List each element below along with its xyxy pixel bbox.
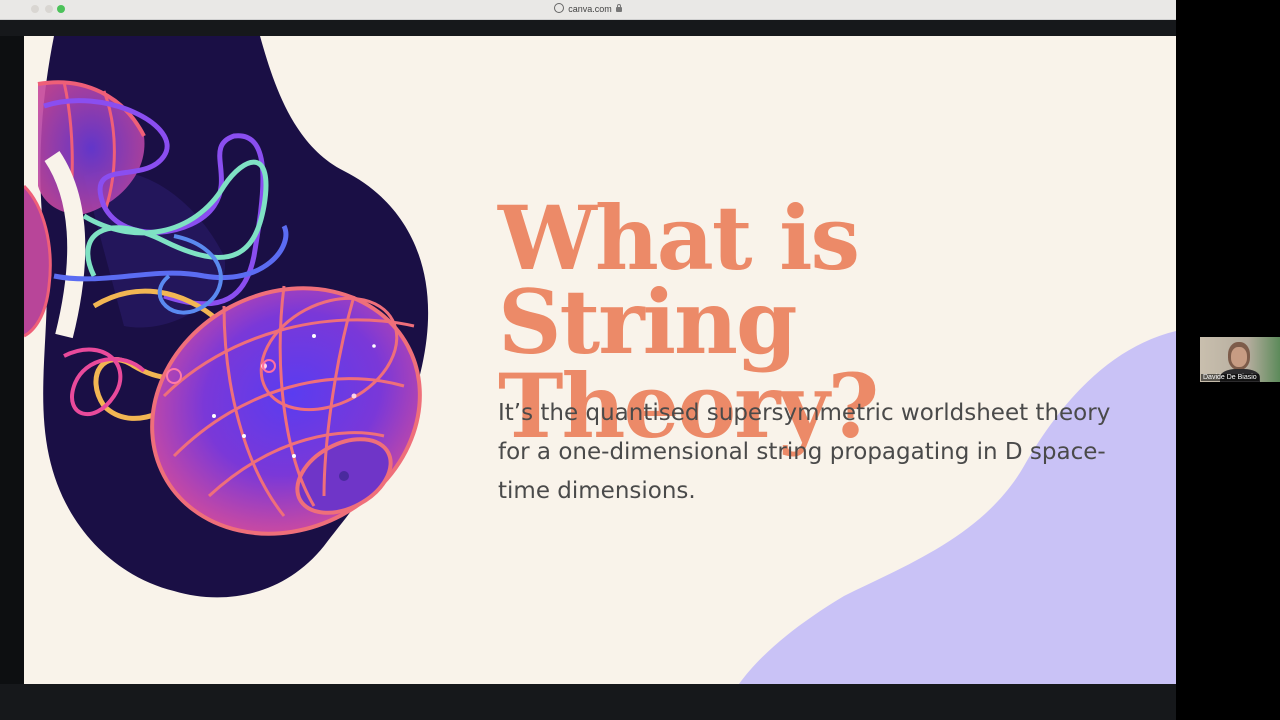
participant-name-label: Davide De Biasio — [1201, 374, 1259, 381]
presentation-slide[interactable]: What is String Theory? It’s the quantise… — [24, 36, 1176, 684]
globe-icon — [554, 3, 565, 13]
cosmic-strings-illustration — [24, 36, 429, 598]
slide-body-text: It’s the quantised supersymmetric worlds… — [498, 400, 1111, 504]
browser-toolbar: canva.com — [0, 0, 1176, 20]
participant-face — [1231, 347, 1247, 367]
participant-video-tile[interactable]: Davide De Biasio — [1200, 337, 1280, 382]
url-text: canva.com — [568, 4, 612, 14]
lock-icon — [615, 4, 622, 12]
slide-title-line-1: What is String — [498, 186, 860, 374]
address-bar[interactable]: canva.com — [0, 3, 1176, 14]
presentation-top-bar — [0, 20, 1176, 36]
presentation-bottom-bar — [0, 684, 1176, 720]
presentation-left-margin — [0, 36, 24, 684]
